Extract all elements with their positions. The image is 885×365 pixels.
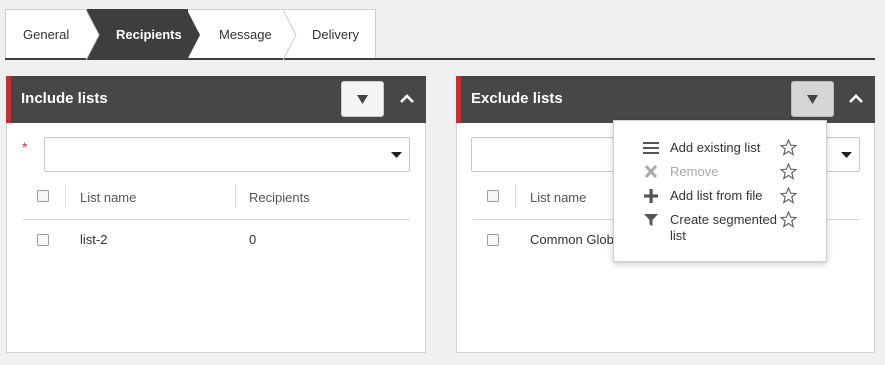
- include-lists-title: Include lists: [21, 90, 108, 107]
- menu-item-create-segmented-list[interactable]: Create segmented list: [614, 209, 826, 245]
- tab-chevron-separator: [86, 10, 100, 60]
- remove-x-icon: [644, 164, 658, 179]
- exclude-lists-header: Exclude lists: [456, 76, 875, 123]
- list-icon: [643, 142, 659, 154]
- menu-item-label: Add existing list: [670, 140, 761, 155]
- include-list-select[interactable]: [44, 137, 410, 172]
- menu-item-add-existing-list[interactable]: Add existing list: [614, 137, 826, 161]
- tab-chevron-separator: [187, 10, 200, 60]
- cell-list-name: list-2: [80, 232, 108, 247]
- star-outline-icon[interactable]: [780, 163, 797, 180]
- column-header-list-name[interactable]: List name: [80, 190, 136, 205]
- tab-recipients[interactable]: Recipients: [87, 9, 200, 60]
- table-row[interactable]: list-2 0: [23, 222, 410, 258]
- include-lists-menu-button[interactable]: [341, 81, 384, 117]
- menu-item-add-list-from-file[interactable]: Add list from file: [614, 185, 826, 209]
- exclude-lists-dropdown-menu: Add existing list Remove Add list from f…: [613, 120, 827, 262]
- include-lists-panel: Include lists * List name Recipients lis…: [6, 76, 426, 353]
- row-checkbox[interactable]: [487, 234, 499, 246]
- tabs-underline: [5, 58, 875, 60]
- select-all-checkbox[interactable]: [487, 190, 499, 202]
- column-header-list-name[interactable]: List name: [530, 190, 586, 205]
- caret-down-icon: [841, 152, 852, 158]
- menu-item-label: Add list from file: [670, 188, 763, 203]
- collapse-chevron-up-icon[interactable]: [399, 91, 415, 107]
- collapse-chevron-up-icon[interactable]: [848, 91, 864, 107]
- include-grid-header: List name Recipients: [23, 182, 410, 220]
- triangle-down-icon: [807, 95, 818, 104]
- column-header-recipients[interactable]: Recipients: [249, 190, 310, 205]
- star-outline-icon[interactable]: [780, 187, 797, 204]
- wizard-tabs: General Recipients Message Delivery: [5, 9, 376, 60]
- caret-down-icon: [391, 152, 402, 158]
- tab-recipients-label: Recipients: [116, 26, 182, 42]
- exclude-lists-title: Exclude lists: [471, 90, 563, 107]
- tab-message[interactable]: Message: [188, 9, 297, 60]
- tab-general[interactable]: General: [5, 9, 100, 60]
- tab-delivery[interactable]: Delivery: [284, 9, 376, 59]
- tab-delivery-label: Delivery: [312, 26, 359, 42]
- exclude-lists-menu-button[interactable]: [791, 81, 834, 117]
- menu-item-remove[interactable]: Remove: [614, 161, 826, 185]
- cell-recipients: 0: [249, 232, 257, 247]
- select-all-checkbox[interactable]: [37, 190, 49, 202]
- triangle-down-icon: [357, 95, 368, 104]
- tab-general-label: General: [23, 26, 70, 42]
- menu-item-label: Create segmented list: [670, 212, 777, 243]
- column-separator: [65, 184, 66, 208]
- required-asterisk: *: [22, 139, 28, 155]
- cell-list-name: Common Globa: [530, 232, 622, 247]
- column-separator: [515, 184, 516, 208]
- filter-funnel-icon: [644, 214, 658, 226]
- tab-chevron-separator: [283, 10, 297, 60]
- tab-message-label: Message: [219, 26, 272, 42]
- row-checkbox[interactable]: [37, 234, 49, 246]
- menu-item-label: Remove: [670, 164, 719, 179]
- plus-icon: [644, 189, 658, 203]
- column-separator: [235, 184, 236, 208]
- star-outline-icon[interactable]: [780, 211, 797, 228]
- star-outline-icon[interactable]: [780, 139, 797, 156]
- include-lists-header: Include lists: [6, 76, 426, 123]
